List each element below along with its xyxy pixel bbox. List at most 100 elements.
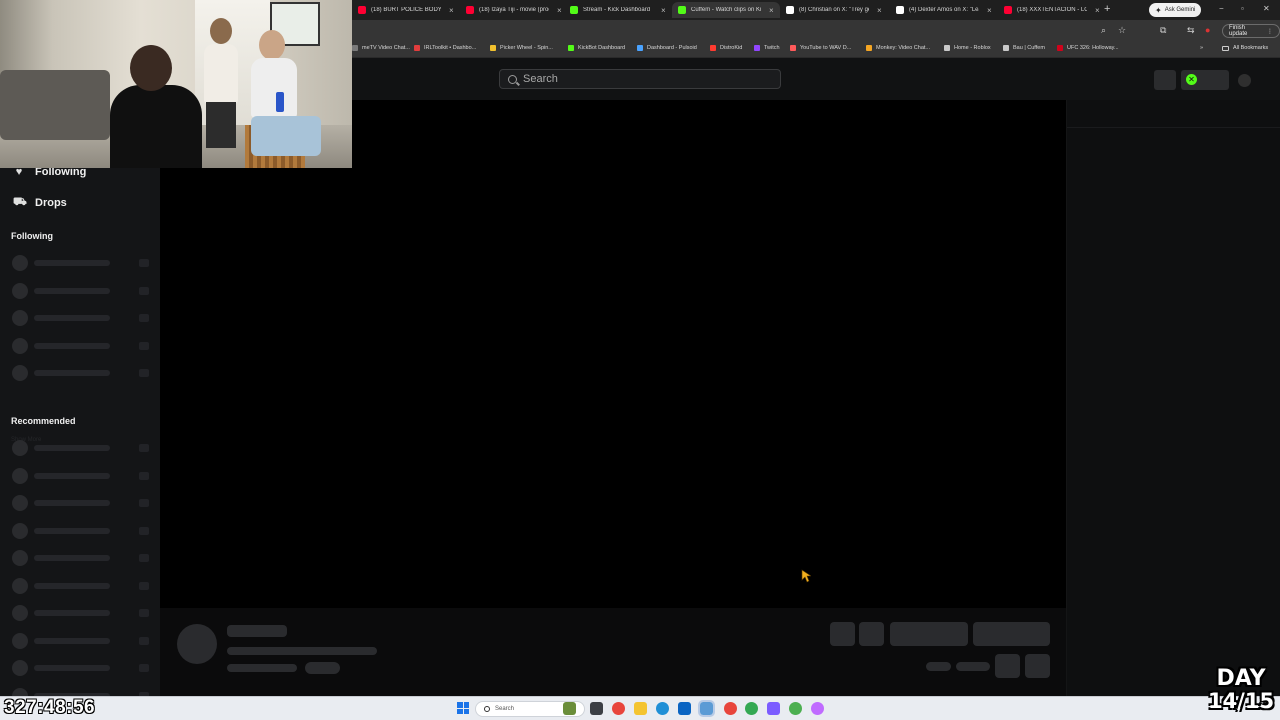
channel-name-skeleton	[34, 610, 110, 616]
minimize-icon[interactable]: −	[1219, 4, 1224, 13]
subscribe-skeleton-button[interactable]	[973, 622, 1050, 646]
profile-icon[interactable]: ●	[1205, 25, 1210, 35]
windows-start-icon[interactable]	[457, 702, 469, 714]
bookmark-label: Picker Wheel - Spin...	[500, 45, 553, 51]
task-view-icon[interactable]	[590, 702, 603, 715]
bookmark-item[interactable]: Bau | Cuffem	[1003, 45, 1045, 51]
close-tab-icon[interactable]: ×	[661, 6, 666, 15]
share-skeleton-button[interactable]	[995, 654, 1020, 678]
tab-favicon-icon	[466, 6, 474, 14]
header-skeleton-button[interactable]	[1154, 70, 1176, 90]
day-count: 14/15	[1207, 689, 1275, 713]
chat-header	[1067, 100, 1280, 128]
following-channel-skeleton[interactable]	[12, 310, 152, 326]
recommended-channel-skeleton[interactable]	[12, 523, 152, 539]
bookmark-favicon-icon	[414, 45, 420, 51]
edge-icon[interactable]	[656, 702, 669, 715]
all-bookmarks-button[interactable]: All Bookmarks	[1222, 45, 1268, 51]
tab-favicon-icon	[1004, 6, 1012, 14]
bookmarks-overflow-icon[interactable]: »	[1200, 45, 1203, 51]
recommended-channel-skeleton[interactable]	[12, 468, 152, 484]
following-channel-skeleton[interactable]	[12, 283, 152, 299]
downloads-icon[interactable]: ⇆	[1187, 25, 1195, 36]
channel-avatar[interactable]	[177, 624, 217, 664]
tab-favicon-icon	[678, 6, 686, 14]
recommended-channel-skeleton[interactable]	[12, 660, 152, 676]
all-bookmarks-label: All Bookmarks	[1233, 45, 1269, 51]
close-window-icon[interactable]: ✕	[1263, 4, 1270, 13]
store-icon[interactable]	[678, 702, 691, 715]
following-channel-skeleton[interactable]	[12, 255, 152, 271]
action-skeleton-button[interactable]	[830, 622, 855, 646]
channel-avatar-skeleton	[12, 255, 28, 271]
avatar[interactable]	[1238, 74, 1251, 87]
recommended-channel-skeleton[interactable]	[12, 550, 152, 566]
browser-tab[interactable]: Cuffem - Watch clips on Ki ×	[672, 2, 780, 18]
bookmark-favicon-icon	[944, 45, 950, 51]
close-tab-icon[interactable]: ×	[987, 6, 992, 15]
bookmark-item[interactable]: meTV Video Chat...	[352, 45, 410, 51]
browser-tab[interactable]: (8) Christian on X: "Trey ge ×	[780, 2, 888, 18]
bookmark-item[interactable]: UFC 326: Holloway...	[1057, 45, 1119, 51]
chrome-profile-icon[interactable]	[724, 702, 737, 715]
recommended-channel-skeleton[interactable]	[12, 605, 152, 621]
file-explorer-icon[interactable]	[634, 702, 647, 715]
close-tab-icon[interactable]: ×	[769, 6, 774, 15]
following-channel-skeleton[interactable]	[12, 338, 152, 354]
category-skeleton	[227, 664, 297, 672]
bookmark-item[interactable]: IRLToolkit • Dashbo...	[414, 45, 476, 51]
taskbar-search-label: Search	[495, 706, 515, 712]
channel-name-skeleton	[227, 625, 287, 637]
widgets-icon[interactable]	[563, 702, 576, 715]
more-skeleton-button[interactable]	[1025, 654, 1050, 678]
zoom-icon[interactable]: ⌕	[1101, 25, 1106, 36]
browser-tab[interactable]: (18) Izaya Tiji - movie (prod ×	[460, 2, 568, 18]
chrome-icon[interactable]	[612, 702, 625, 715]
app-grid-icon[interactable]	[767, 702, 780, 715]
close-tab-icon[interactable]: ×	[877, 6, 882, 15]
finish-update-button[interactable]: Finish update ⋮	[1222, 24, 1280, 38]
bookmark-item[interactable]: Home - Roblox	[944, 45, 991, 51]
recommended-channel-skeleton[interactable]	[12, 578, 152, 594]
action-skeleton-button[interactable]	[859, 622, 884, 646]
webcam-person-standing	[200, 18, 240, 148]
channel-name-skeleton	[34, 445, 110, 451]
channel-avatar-skeleton	[12, 468, 28, 484]
chrome-profile-3-icon[interactable]	[789, 702, 802, 715]
recommended-channel-skeleton[interactable]	[12, 495, 152, 511]
bookmark-item[interactable]: Picker Wheel - Spin...	[490, 45, 553, 51]
close-tab-icon[interactable]: ×	[1095, 6, 1100, 15]
channel-name-skeleton	[34, 500, 110, 506]
bookmark-star-icon[interactable]: ☆	[1118, 25, 1126, 36]
sidebar-item-drops[interactable]: ⛟ Drops	[13, 196, 67, 210]
recommended-channel-skeleton[interactable]	[12, 440, 152, 456]
viewer-count-skeleton	[139, 582, 149, 590]
tab-title: (4) Dexter Amos on X: "Lea	[909, 7, 979, 13]
chrome-profile-2-icon[interactable]	[745, 702, 758, 715]
video-player[interactable]	[160, 100, 1066, 608]
browser-tab[interactable]: (18) BURT POLICE BODYCA ×	[352, 2, 460, 18]
kick-search-input[interactable]	[523, 73, 763, 85]
browser-tab[interactable]: (4) Dexter Amos on X: "Lea ×	[890, 2, 998, 18]
extensions-icon[interactable]: ⧉	[1160, 25, 1166, 36]
close-tab-icon[interactable]: ×	[449, 6, 454, 15]
bookmark-item[interactable]: DistroKid	[710, 45, 742, 51]
bookmark-item[interactable]: Twitch	[754, 45, 780, 51]
browser-tab[interactable]: (18) XXXTENTACION - LOO ×	[998, 2, 1106, 18]
active-app-icon[interactable]	[698, 700, 715, 717]
browser-tab[interactable]: Stream - Kick Dashboard ×	[564, 2, 672, 18]
maximize-icon[interactable]: ▫	[1241, 4, 1244, 13]
ask-gemini-button[interactable]: ✦ Ask Gemini	[1149, 3, 1202, 17]
chat-app-icon[interactable]	[811, 702, 824, 715]
close-tab-icon[interactable]: ×	[557, 6, 562, 15]
follow-skeleton-button[interactable]	[890, 622, 968, 646]
bookmark-item[interactable]: KickBot Dashboard	[568, 45, 625, 51]
kick-search-box[interactable]	[499, 69, 781, 89]
recommended-channel-skeleton[interactable]	[12, 633, 152, 649]
bookmark-item[interactable]: YouTube to WAV D...	[790, 45, 851, 51]
bookmark-item[interactable]: Dashboard - Pulsoid	[637, 45, 697, 51]
following-channel-skeleton[interactable]	[12, 365, 152, 381]
windows-taskbar: Search	[0, 696, 1280, 720]
bookmark-item[interactable]: Monkey: Video Chat...	[866, 45, 930, 51]
stream-timer: 327:48:56	[4, 697, 96, 718]
